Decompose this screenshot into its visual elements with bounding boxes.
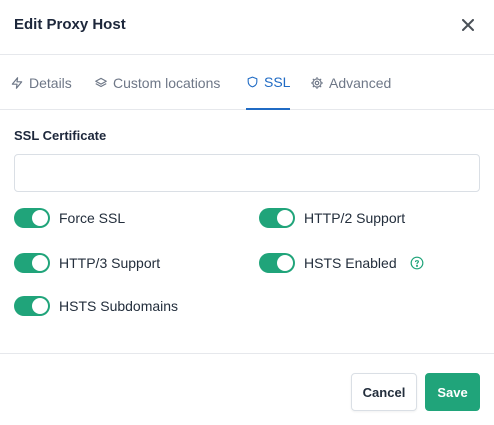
toggle-label: HSTS Enabled: [304, 255, 397, 271]
modal-title: Edit Proxy Host: [14, 16, 126, 33]
hsts-subdomains-switch[interactable]: [14, 296, 50, 316]
save-button[interactable]: Save: [425, 373, 480, 411]
tab-label: Custom locations: [113, 75, 221, 91]
ssl-certificate-label: SSL Certificate: [14, 128, 107, 143]
edit-proxy-host-modal: Edit Proxy Host Details Custom locations: [0, 0, 494, 425]
toggle-http3-support: HTTP/3 Support: [14, 253, 160, 273]
cancel-button[interactable]: Cancel: [351, 373, 417, 411]
tab-advanced[interactable]: Advanced: [310, 56, 391, 110]
shield-icon: [247, 76, 258, 88]
tab-custom-locations[interactable]: Custom locations: [94, 56, 220, 110]
http3-support-switch[interactable]: [14, 253, 50, 273]
toggle-label: HSTS Subdomains: [59, 298, 179, 314]
gear-icon: [311, 77, 323, 89]
toggle-hsts-enabled: HSTS Enabled: [259, 253, 424, 273]
help-icon[interactable]: [410, 256, 424, 270]
lightning-icon: [11, 77, 23, 89]
toggle-label: Force SSL: [59, 210, 126, 226]
hsts-enabled-switch[interactable]: [259, 253, 295, 273]
modal-header: Edit Proxy Host: [0, 0, 494, 55]
toggle-hsts-subdomains: HSTS Subdomains: [14, 296, 178, 316]
tab-bar: Details Custom locations SSL Advanced: [0, 56, 494, 110]
layers-icon: [95, 77, 107, 88]
close-button[interactable]: [458, 15, 478, 35]
toggle-label: HTTP/3 Support: [59, 255, 161, 271]
tab-label: Advanced: [329, 75, 392, 91]
tab-label: Details: [29, 75, 72, 91]
toggle-label: HTTP/2 Support: [304, 210, 406, 226]
toggle-force-ssl: Force SSL: [14, 208, 125, 228]
tab-label: SSL: [264, 74, 291, 90]
force-ssl-switch[interactable]: [14, 208, 50, 228]
close-icon: [462, 19, 474, 31]
http2-support-switch[interactable]: [259, 208, 295, 228]
tab-ssl[interactable]: SSL: [246, 56, 291, 110]
modal-footer: Cancel Save: [0, 353, 494, 425]
tab-details[interactable]: Details: [10, 56, 72, 110]
toggle-http2-support: HTTP/2 Support: [259, 208, 405, 228]
ssl-section: SSL Certificate: [14, 128, 480, 192]
ssl-certificate-select[interactable]: [14, 154, 480, 192]
